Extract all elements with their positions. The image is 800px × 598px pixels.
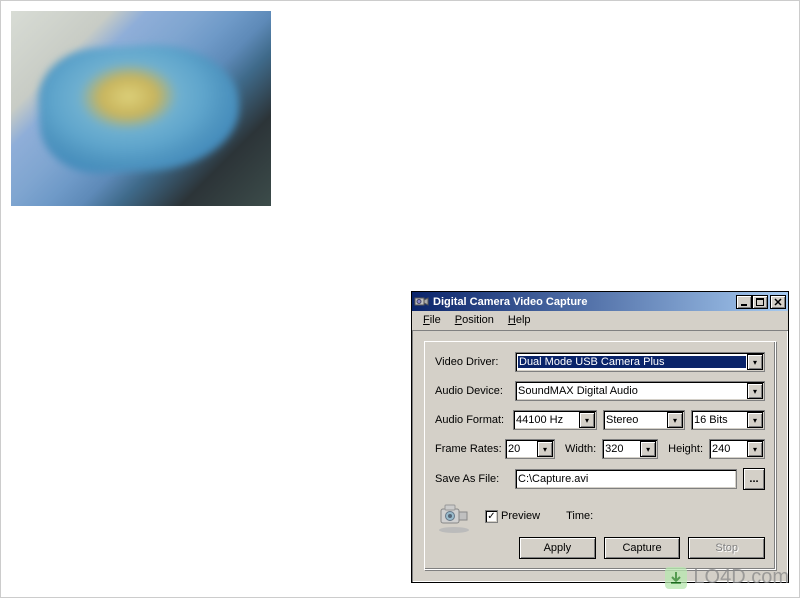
menu-position[interactable]: Position <box>448 313 501 327</box>
row-frame-rates: Frame Rates: 20 ▾ Width: 320 ▾ Height: 2… <box>435 439 765 459</box>
row-audio-device: Audio Device: SoundMAX Digital Audio ▾ <box>435 381 765 401</box>
row-bottom: ✓ Preview Time: <box>435 499 765 533</box>
combo-height[interactable]: 240 ▾ <box>709 439 765 459</box>
combo-width[interactable]: 320 ▾ <box>602 439 658 459</box>
maximize-button[interactable] <box>752 295 768 309</box>
label-width: Width: <box>565 443 596 455</box>
combo-sample-rate-value: 44100 Hz <box>516 414 578 426</box>
download-icon <box>665 567 687 589</box>
chevron-down-icon: ▾ <box>537 441 553 457</box>
video-preview <box>11 11 271 206</box>
row-save-as: Save As File: C:\Capture.avi ... <box>435 468 765 490</box>
chevron-down-icon: ▾ <box>747 354 763 370</box>
browse-button[interactable]: ... <box>743 468 765 490</box>
combo-bits-value: 16 Bits <box>694 414 746 426</box>
combo-channels[interactable]: Stereo ▾ <box>603 410 685 430</box>
combo-video-driver-value: Dual Mode USB Camera Plus <box>518 356 746 368</box>
label-frame-rates: Frame Rates: <box>435 443 505 455</box>
combo-audio-device[interactable]: SoundMAX Digital Audio ▾ <box>515 381 765 401</box>
menu-help[interactable]: Help <box>501 313 538 327</box>
combo-channels-value: Stereo <box>606 414 666 426</box>
input-save-path-value: C:\Capture.avi <box>518 473 588 485</box>
window-title: Digital Camera Video Capture <box>433 296 736 308</box>
label-save-as: Save As File: <box>435 473 515 485</box>
action-buttons: Apply Capture Stop <box>519 537 765 559</box>
label-time: Time: <box>566 510 593 522</box>
chevron-down-icon: ▾ <box>579 412 595 428</box>
row-audio-format: Audio Format: 44100 Hz ▾ Stereo ▾ 16 Bit… <box>435 410 765 430</box>
chevron-down-icon: ▾ <box>747 412 763 428</box>
combo-height-value: 240 <box>712 443 746 455</box>
combo-sample-rate[interactable]: 44100 Hz ▾ <box>513 410 597 430</box>
watermark: LO4D.com <box>665 566 789 589</box>
app-icon <box>414 294 430 310</box>
row-video-driver: Video Driver: Dual Mode USB Camera Plus … <box>435 352 765 372</box>
combo-bits[interactable]: 16 Bits ▾ <box>691 410 765 430</box>
label-preview: Preview <box>501 510 540 522</box>
camcorder-icon <box>435 499 473 533</box>
combo-width-value: 320 <box>605 443 639 455</box>
label-audio-device: Audio Device: <box>435 385 515 397</box>
settings-group: Video Driver: Dual Mode USB Camera Plus … <box>424 341 776 570</box>
apply-button[interactable]: Apply <box>519 537 596 559</box>
combo-fps[interactable]: 20 ▾ <box>505 439 555 459</box>
menubar: File Position Help <box>412 311 788 331</box>
label-video-driver: Video Driver: <box>435 356 515 368</box>
capture-button[interactable]: Capture <box>604 537 681 559</box>
combo-video-driver[interactable]: Dual Mode USB Camera Plus ▾ <box>515 352 765 372</box>
chevron-down-icon: ▾ <box>640 441 656 457</box>
watermark-text: LO4D.com <box>693 566 789 589</box>
chevron-down-icon: ▾ <box>747 383 763 399</box>
label-audio-format: Audio Format: <box>435 414 513 426</box>
menu-file[interactable]: File <box>416 313 448 327</box>
close-button[interactable] <box>770 295 786 309</box>
combo-audio-device-value: SoundMAX Digital Audio <box>518 385 746 397</box>
stop-button[interactable]: Stop <box>688 537 765 559</box>
chevron-down-icon: ▾ <box>667 412 683 428</box>
minimize-button[interactable] <box>736 295 752 309</box>
checkbox-preview-wrap: ✓ Preview <box>485 510 540 523</box>
label-height: Height: <box>668 443 703 455</box>
combo-fps-value: 20 <box>508 443 536 455</box>
app-window: Digital Camera Video Capture File Positi… <box>411 291 789 583</box>
checkbox-preview[interactable]: ✓ <box>485 510 498 523</box>
client-area: Video Driver: Dual Mode USB Camera Plus … <box>412 331 788 582</box>
chevron-down-icon: ▾ <box>747 441 763 457</box>
input-save-path[interactable]: C:\Capture.avi <box>515 469 737 489</box>
titlebar[interactable]: Digital Camera Video Capture <box>412 292 788 311</box>
window-controls <box>736 295 786 309</box>
